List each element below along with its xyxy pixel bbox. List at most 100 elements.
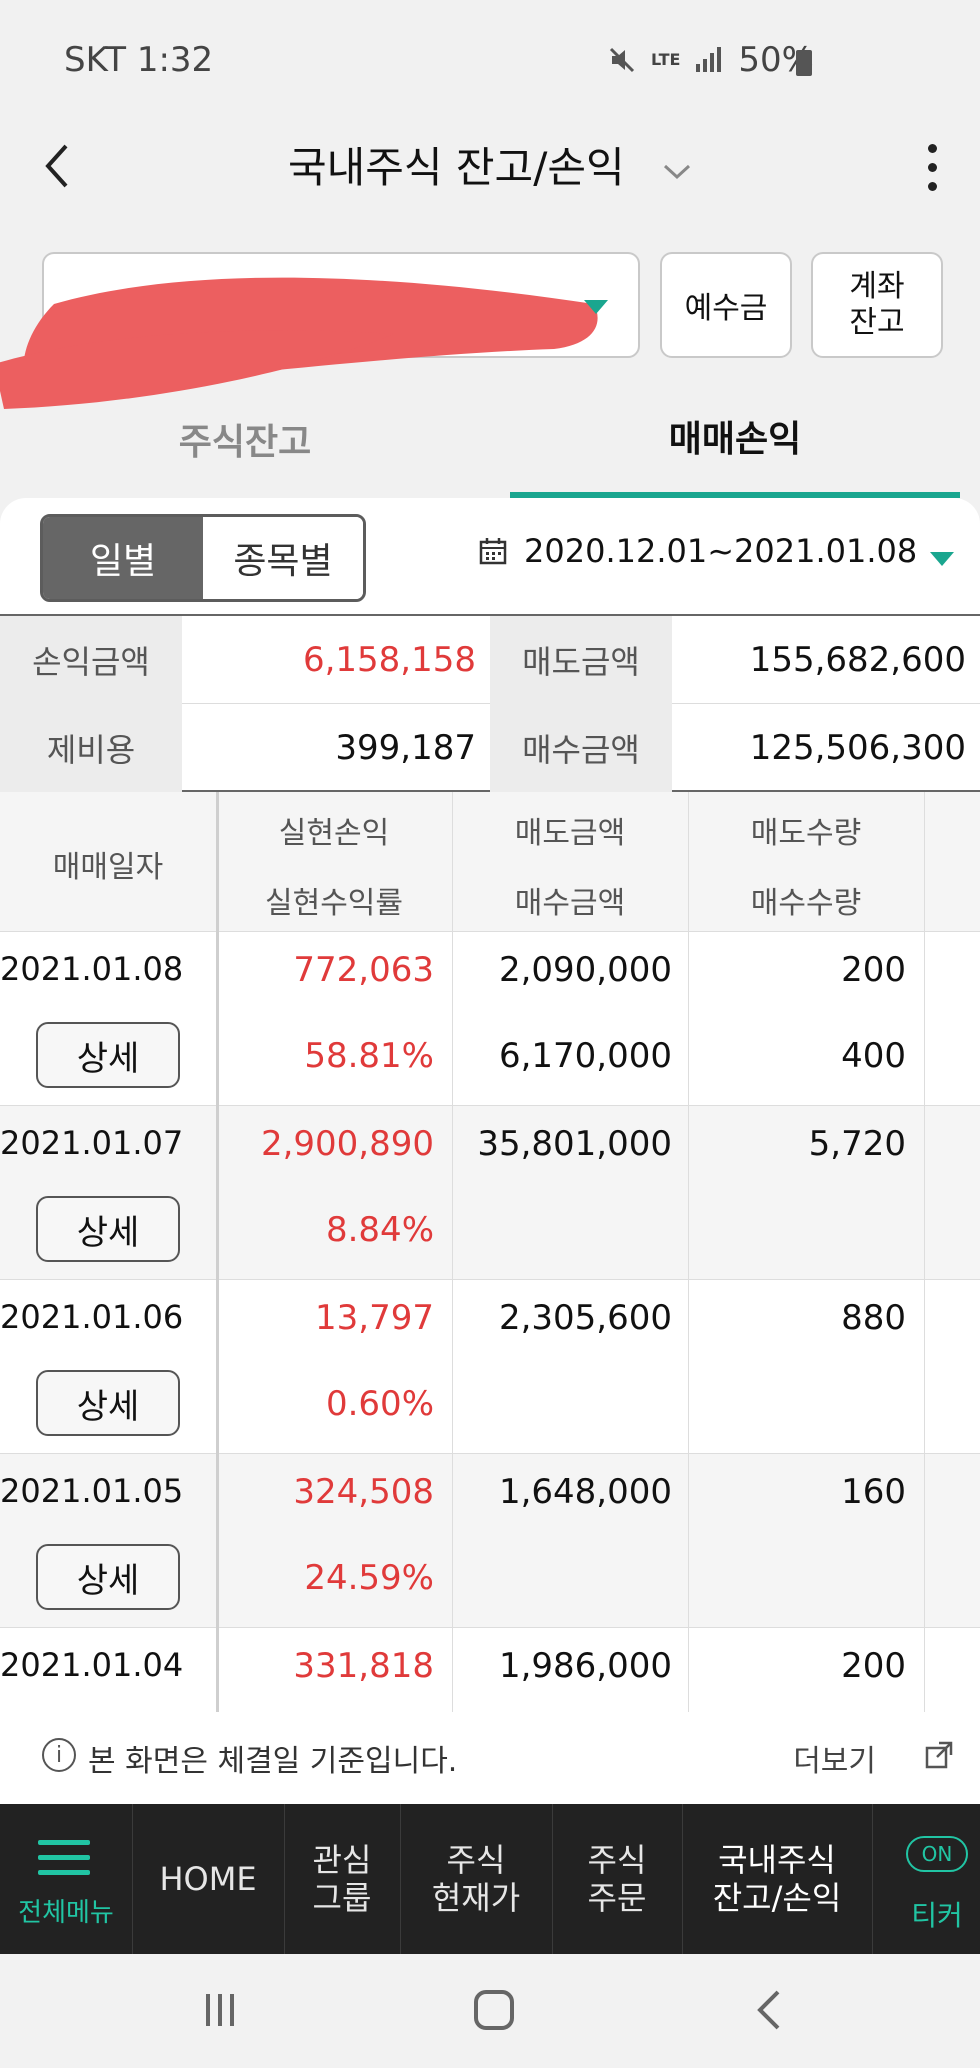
sell-amount-label: 매도금액 [490,616,672,704]
period-toggle: 일별 종목별 [40,514,366,602]
recent-apps-icon[interactable] [200,1990,240,2030]
cell-realized-pnl: 331,818 [293,1646,434,1686]
content-panel: 일별 종목별 2020.12.01~2021.01.08 손익금액 6,158,… [0,498,980,1804]
status-bar: SKT 1:32 LTE 50% [0,0,980,110]
carrier-time: SKT 1:32 [64,40,214,80]
nav-stock-order[interactable]: 주식 주문 [552,1804,682,1954]
cell-trade-date: 2021.01.06 [0,1298,184,1336]
nav-home[interactable]: HOME [132,1804,284,1954]
header-date: 매매일자 [52,850,164,885]
cell-realized-rate: 58.81% [304,1036,434,1076]
buy-amount-label: 매수금액 [490,704,672,792]
nav-all-menu-label: 전체메뉴 [18,1898,114,1928]
ticker-on-badge[interactable]: ON [906,1836,968,1872]
summary-table: 손익금액 6,158,158 매도금액 155,682,600 제비용 399,… [0,614,980,792]
cell-sell-qty: 160 [841,1472,906,1512]
app-header: 국내주식 잔고/손익 [0,110,980,220]
tab-stock-balance[interactable]: 주식잔고 [0,380,490,498]
info-icon: i [42,1738,76,1772]
page-title-text: 국내주식 잔고/손익 [288,143,625,192]
cell-sell-amount: 35,801,000 [477,1124,672,1164]
nav-all-menu[interactable]: 전체메뉴 [0,1804,132,1954]
sell-amount-value: 155,682,600 [749,640,966,680]
cell-realized-pnl: 2,900,890 [260,1124,434,1164]
table-row: 2021.01.08 772,063 58.81% 2,090,000 6,170,00… [0,932,980,1106]
dropdown-arrow-icon [930,552,954,566]
cell-trade-date: 2021.01.04 [0,1646,184,1684]
detail-button[interactable]: 상세 [36,1544,180,1610]
table-row: 2021.01.05 324,508 24.59% 1,648,000 160 상세 [0,1454,980,1628]
cell-sell-amount: 2,090,000 [498,950,672,990]
more-link[interactable]: 더보기 [793,1736,876,1780]
mute-icon [609,47,635,73]
header-buy-qty: 매수수량 [750,886,862,921]
header-sell-qty: 매도수량 [750,816,862,851]
notice-bar: i 본 화면은 체결일 기준입니다. 더보기 [0,1712,980,1804]
cell-realized-pnl: 772,063 [293,950,434,990]
nav-stock-price[interactable]: 주식 현재가 [400,1804,552,1954]
table-row: 2021.01.06 13,797 0.60% 2,305,600 880 상세 [0,1280,980,1454]
nav-watch-group[interactable]: 관심 그룹 [284,1804,400,1954]
dropdown-arrow-icon [584,300,608,314]
nav-domestic-balance[interactable]: 국내주식 잔고/손익 [682,1804,872,1954]
account-balance-button[interactable]: 계좌 잔고 [811,252,943,358]
bottom-nav: 전체메뉴 HOME 관심 그룹 주식 현재가 주식 주문 국내주식 잔고/손익 … [0,1804,980,1954]
battery-icon [796,50,812,76]
more-options-icon[interactable] [924,138,940,194]
cell-trade-date: 2021.01.07 [0,1124,184,1162]
cell-sell-amount: 1,648,000 [498,1472,672,1512]
signal-icon [696,47,722,72]
table-row: 2021.01.07 2,900,890 8.84% 35,801,000 5,720 상… [0,1106,980,1280]
fee-value: 399,187 [335,728,476,768]
tab-trading-pnl[interactable]: 매매손익 [510,380,960,498]
nav-divider [872,1804,873,1954]
external-link-icon[interactable] [924,1740,954,1770]
chevron-down-icon [663,164,690,179]
cell-buy-qty: 400 [841,1036,906,1076]
cell-sell-qty: 880 [841,1298,906,1338]
detail-button[interactable]: 상세 [36,1196,180,1262]
home-icon[interactable] [472,1988,516,2032]
back-nav-icon[interactable] [752,1988,788,2032]
column-divider [688,792,689,1712]
cell-buy-amount: 6,170,000 [498,1036,672,1076]
notice-text: 본 화면은 체결일 기준입니다. [88,1744,458,1779]
header-buy-amount: 매수금액 [514,886,626,921]
status-icons: LTE 50% [607,40,814,80]
network-label: LTE [651,50,681,69]
hamburger-menu-icon [38,1840,90,1876]
toggle-by-stock[interactable]: 종목별 [203,517,363,599]
tab-bar: 주식잔고 매매손익 [0,380,980,498]
deposit-button[interactable]: 예수금 [660,252,792,358]
column-divider [924,792,925,1712]
date-range-picker[interactable]: 2020.12.01~2021.01.08 [478,532,954,570]
header-sell-amount: 매도금액 [514,816,626,851]
fee-label: 제비용 [0,704,182,792]
table-header: 매매일자 실현손익 실현수익률 매도금액 매수금액 매도수량 매수수량 [0,792,980,932]
toggle-daily[interactable]: 일별 [43,517,203,599]
calendar-icon [479,538,507,565]
cell-sell-qty: 200 [841,1646,906,1686]
cell-realized-rate: 24.59% [304,1558,434,1598]
cell-sell-qty: 200 [841,950,906,990]
cell-sell-qty: 5,720 [808,1124,906,1164]
pnl-label: 손익금액 [0,616,182,704]
system-nav-bar [0,1954,980,2068]
cell-realized-pnl: 13,797 [315,1298,434,1338]
page-title[interactable]: 국내주식 잔고/손익 [0,134,980,195]
cell-sell-amount: 1,986,000 [498,1646,672,1686]
cell-trade-date: 2021.01.08 [0,950,184,988]
header-realized-pnl: 실현손익 [278,816,390,851]
header-realized-rate: 실현수익률 [265,886,403,921]
account-select[interactable] [0,252,640,409]
pnl-value: 6,158,158 [302,640,476,680]
cell-trade-date: 2021.01.05 [0,1472,184,1510]
cell-realized-rate: 0.60% [325,1384,434,1424]
detail-button[interactable]: 상세 [36,1022,180,1088]
detail-button[interactable]: 상세 [36,1370,180,1436]
cell-realized-pnl: 324,508 [293,1472,434,1512]
nav-ticker[interactable]: 티커 [902,1894,972,1934]
column-divider [216,792,219,1712]
date-range-text: 2020.12.01~2021.01.08 [524,532,918,570]
buy-amount-value: 125,506,300 [749,728,966,768]
